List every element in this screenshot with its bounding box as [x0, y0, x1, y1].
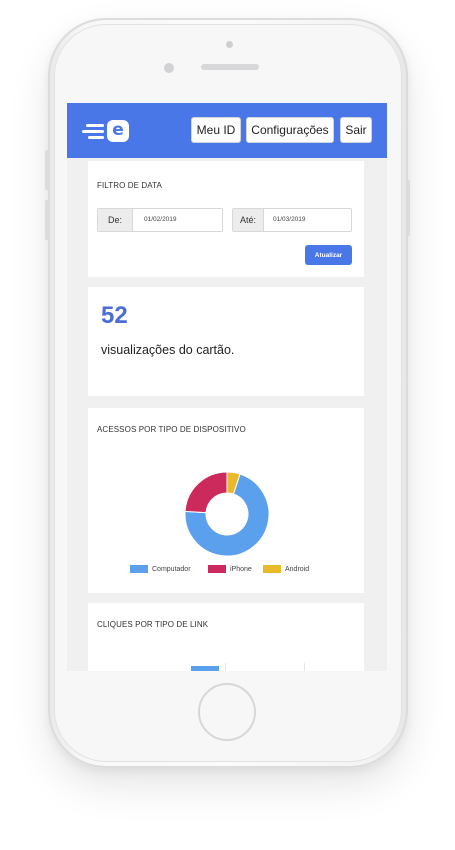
legend-item-computador[interactable]: Computador — [130, 565, 191, 575]
date-to-label: Até: — [233, 209, 264, 231]
phone-volume-down-button — [45, 200, 49, 240]
logo-speed-line — [86, 124, 104, 127]
phone-sensor — [226, 41, 233, 48]
legend-label-computador: Computador — [152, 566, 191, 573]
update-button[interactable]: Atualizar — [305, 245, 352, 265]
logo-badge: e — [107, 120, 129, 142]
date-from-group: De: — [97, 208, 223, 232]
legend-swatch-iphone — [208, 565, 226, 574]
app-screen: e Meu ID Configurações Sair FILTRO DE DA… — [67, 103, 387, 671]
link-chart-gridline — [225, 663, 226, 671]
phone-camera — [164, 63, 174, 73]
device-chart-legend: Computador iPhone Android — [88, 565, 364, 575]
top-navbar: e Meu ID Configurações Sair — [67, 103, 387, 158]
link-chart-title: CLIQUES POR TIPO DE LINK — [97, 620, 209, 629]
views-caption: visualizações do cartão. — [101, 343, 235, 357]
phone-earpiece — [201, 64, 259, 70]
donut-slices — [184, 471, 270, 557]
date-from-label: De: — [98, 209, 133, 231]
link-chart-gridline — [304, 663, 305, 671]
donut-slice-iphone[interactable] — [184, 471, 228, 514]
link-chart-card: CLIQUES POR TIPO DE LINK — [88, 603, 364, 671]
date-from-input[interactable] — [144, 209, 222, 231]
logo-speed-line — [88, 136, 104, 139]
date-to-group: Até: — [232, 208, 352, 232]
views-card: 52 visualizações do cartão. — [88, 287, 364, 396]
phone-home-button[interactable] — [198, 683, 256, 741]
legend-item-android[interactable]: Android — [263, 565, 309, 575]
logo-speed-line — [82, 130, 104, 133]
legend-label-android: Android — [285, 566, 310, 573]
date-filter-card: FILTRO DE DATA De: Até: Atualizar — [88, 161, 364, 277]
legend-label-iphone: iPhone — [230, 566, 252, 573]
legend-swatch-computador — [130, 565, 148, 574]
device-chart-card: ACESSOS POR TIPO DE DISPOSITIVO Computad… — [88, 408, 364, 593]
nav-button-configuracoes[interactable]: Configurações — [246, 117, 334, 143]
app-logo[interactable]: e — [82, 115, 136, 145]
link-chart-bar — [191, 666, 219, 671]
views-count: 52 — [101, 302, 128, 329]
date-filter-title: FILTRO DE DATA — [97, 181, 162, 190]
date-to-input[interactable] — [273, 209, 351, 231]
phone-side-button — [406, 180, 410, 236]
nav-button-meu-id[interactable]: Meu ID — [191, 117, 241, 143]
legend-item-iphone[interactable]: iPhone — [208, 565, 252, 575]
legend-swatch-android — [263, 565, 281, 574]
nav-button-sair[interactable]: Sair — [340, 117, 372, 143]
phone-volume-up-button — [45, 150, 49, 190]
